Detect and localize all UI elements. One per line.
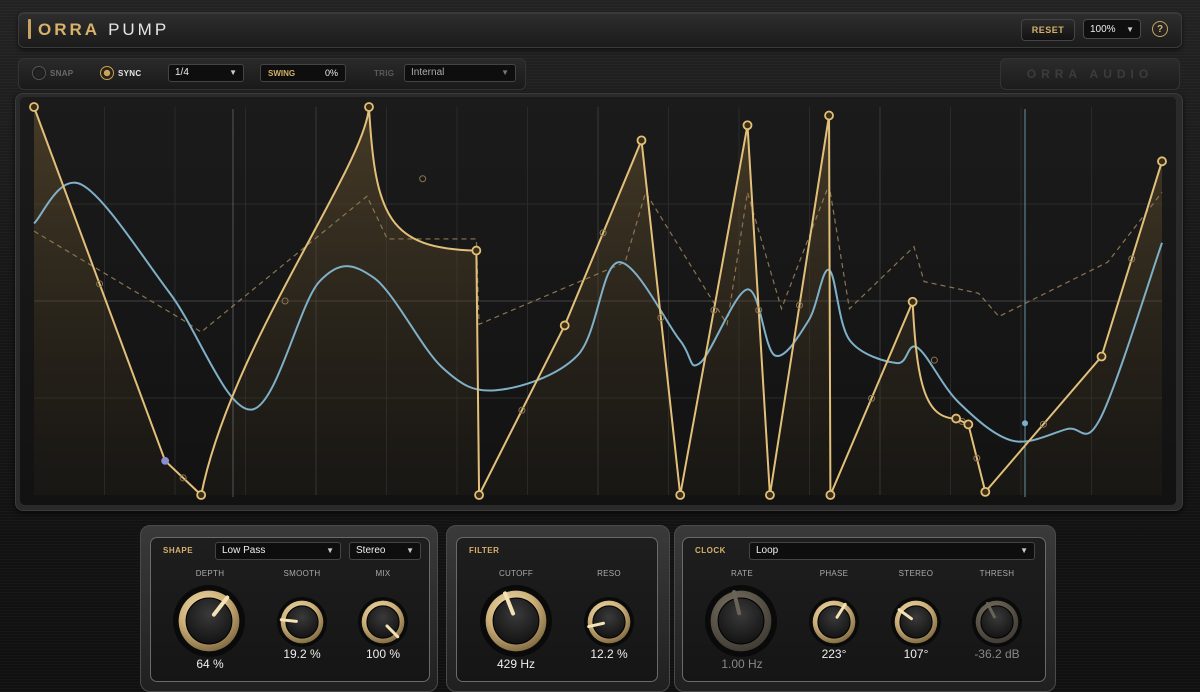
clock-title: CLOCK <box>695 546 726 555</box>
title-bar <box>18 12 1182 48</box>
knob-graphic <box>358 597 408 647</box>
envelope-node[interactable] <box>474 490 484 500</box>
trig-value: Internal <box>411 67 445 78</box>
rate-knob[interactable] <box>704 584 778 663</box>
knob-graphic <box>705 585 777 657</box>
thresh-label: THRESH <box>979 569 1015 578</box>
cutoff-label: CUTOFF <box>498 569 534 578</box>
envelope-node[interactable] <box>742 120 753 131</box>
envelope-node-secondary[interactable] <box>161 456 170 465</box>
envelope-node[interactable] <box>1096 351 1107 362</box>
filter-title: FILTER <box>469 546 500 555</box>
envelope-node[interactable] <box>951 413 962 424</box>
title-accent <box>28 19 31 39</box>
envelope-node[interactable] <box>765 490 775 500</box>
filter-type-value: Low Pass <box>222 545 266 556</box>
clock-mode-select[interactable]: Loop ▼ <box>749 542 1035 560</box>
reso-value: 12.2 % <box>590 647 628 661</box>
envelope-node[interactable] <box>471 245 482 256</box>
channel-mode-value: Stereo <box>356 545 386 556</box>
knob-graphic <box>480 585 552 657</box>
phase-value: 223° <box>821 647 847 661</box>
envelope-node[interactable] <box>364 102 374 112</box>
knob-graphic <box>972 597 1022 647</box>
brand-primary: ORRA <box>38 20 101 39</box>
phase-label: PHASE <box>819 569 849 578</box>
chevron-down-icon: ▼ <box>501 68 509 77</box>
plugin-title: ORRA PUMP <box>38 19 169 41</box>
envelope-node[interactable] <box>196 490 207 500</box>
depth-value: 64 % <box>196 657 224 671</box>
sync-toggle[interactable] <box>100 66 114 80</box>
stereo-knob[interactable] <box>890 596 942 653</box>
depth-label: DEPTH <box>195 569 225 578</box>
envelope-node[interactable] <box>824 110 834 121</box>
envelope-editor[interactable] <box>20 97 1176 505</box>
trig-select[interactable]: Internal ▼ <box>404 64 516 82</box>
reso-knob[interactable] <box>583 596 635 653</box>
mix-value: 100 % <box>365 647 401 661</box>
envelope-node[interactable] <box>559 320 570 331</box>
cutoff-value: 429 Hz <box>496 657 536 671</box>
envelope-node[interactable] <box>907 296 918 307</box>
thresh-knob[interactable] <box>971 596 1023 653</box>
envelope-graph[interactable] <box>20 97 1176 505</box>
swing-field[interactable]: SWING 0% <box>260 64 346 82</box>
stereo-label: STEREO <box>898 569 934 578</box>
brand-secondary: PUMP <box>108 20 170 39</box>
envelope-node[interactable] <box>980 486 991 497</box>
envelope-node[interactable] <box>675 490 686 500</box>
snap-label: SNAP <box>50 69 74 78</box>
brand-plate: ORRA AUDIO <box>1000 58 1180 90</box>
chevron-down-icon: ▼ <box>326 546 334 555</box>
rate-label: RATE <box>731 569 753 578</box>
knob-graphic <box>809 597 859 647</box>
trig-label: TRIG <box>374 69 395 78</box>
smooth-label: SMOOTH <box>283 569 321 578</box>
knob-pointer <box>279 618 298 623</box>
sync-label: SYNC <box>118 69 142 78</box>
knob-graphic <box>277 597 327 647</box>
zoom-value: 100% <box>1090 24 1116 35</box>
envelope-node[interactable] <box>825 490 836 500</box>
reso-label: RESO <box>597 569 621 578</box>
rate-value: 1.00 Hz <box>721 657 763 671</box>
stereo-value: 107° <box>903 647 929 661</box>
smooth-knob[interactable] <box>276 596 328 653</box>
envelope-node[interactable] <box>636 135 647 146</box>
shape-title: SHAPE <box>163 546 194 555</box>
filter-type-select[interactable]: Low Pass ▼ <box>215 542 341 560</box>
zoom-select[interactable]: 100% ▼ <box>1083 19 1141 39</box>
thresh-value: -36.2 dB <box>974 647 1020 661</box>
cutoff-knob[interactable] <box>479 584 553 663</box>
knob-graphic <box>891 597 941 647</box>
chevron-down-icon: ▼ <box>229 68 237 77</box>
snap-toggle[interactable] <box>32 66 46 80</box>
smooth-value: 19.2 % <box>283 647 321 661</box>
reset-button[interactable]: RESET <box>1021 19 1075 41</box>
mix-label: MIX <box>375 569 391 578</box>
division-value: 1/4 <box>175 67 189 78</box>
clock-mode-value: Loop <box>756 545 779 556</box>
mix-knob[interactable] <box>357 596 409 653</box>
knob-graphic <box>173 585 245 657</box>
envelope-node[interactable] <box>963 419 974 430</box>
depth-knob[interactable] <box>172 584 246 663</box>
channel-mode-select[interactable]: Stereo ▼ <box>349 542 421 560</box>
chevron-down-icon: ▼ <box>406 546 414 555</box>
chevron-down-icon: ▼ <box>1020 546 1028 555</box>
phase-knob[interactable] <box>808 596 860 653</box>
swing-value: 0% <box>324 68 338 78</box>
envelope-node[interactable] <box>1157 156 1167 167</box>
knob-graphic <box>584 597 634 647</box>
division-select[interactable]: 1/4 ▼ <box>168 64 244 82</box>
swing-label: SWING <box>268 69 296 78</box>
help-icon[interactable]: ? <box>1152 21 1168 37</box>
envelope-node[interactable] <box>29 102 39 112</box>
chevron-down-icon: ▼ <box>1126 25 1134 34</box>
playhead-dot <box>1022 420 1028 427</box>
